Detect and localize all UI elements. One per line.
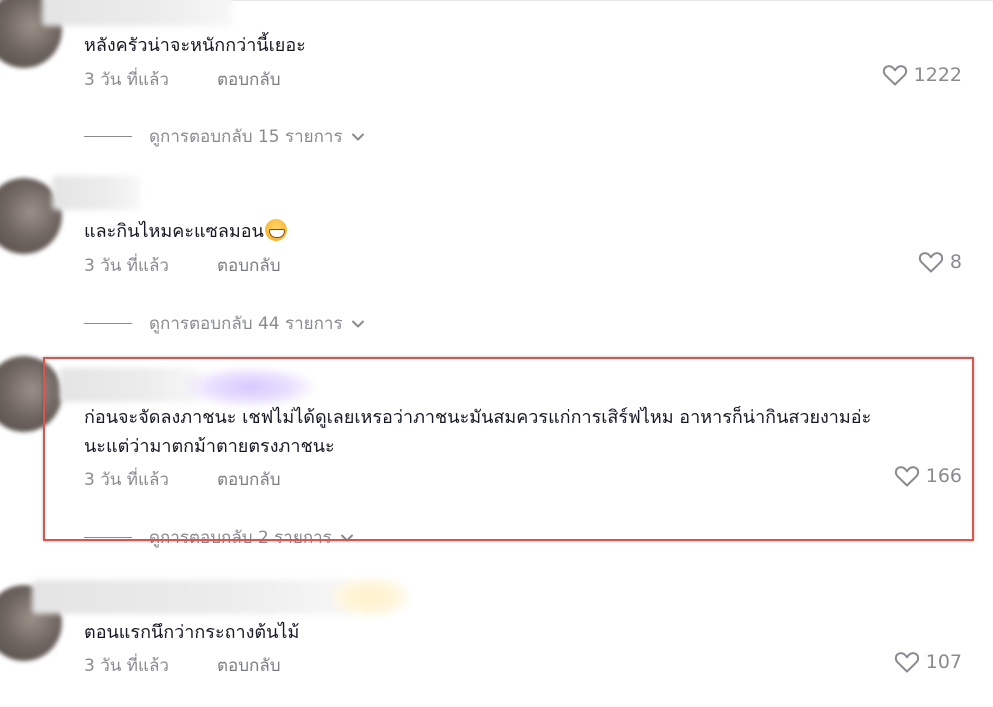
- replies-divider: [84, 323, 132, 324]
- view-replies-button[interactable]: ดูการตอบกลับ 15 รายการ: [84, 123, 365, 150]
- heart-outline-icon: [894, 466, 919, 487]
- comment-meta: 3 วัน ที่แล้ว ตอบกลับ: [84, 66, 281, 93]
- heart-outline-icon: [882, 65, 907, 86]
- like-count: 8: [949, 251, 962, 273]
- like-count: 166: [925, 465, 962, 487]
- username-blurred-badge: [185, 367, 315, 407]
- like-button[interactable]: 166: [894, 464, 962, 488]
- comment-text-line1: ก่อนจะจัดลงภาชนะ เชฟไม่ได้ดูเลยเหรอว่าภา…: [84, 407, 872, 428]
- like-button[interactable]: 8: [918, 250, 962, 274]
- chevron-down-icon: [351, 320, 364, 327]
- comment-meta: 3 วัน ที่แล้ว ตอบกลับ: [84, 652, 281, 679]
- reply-button[interactable]: ตอบกลับ: [217, 466, 281, 493]
- avatar[interactable]: [0, 356, 62, 432]
- view-replies-button[interactable]: ดูการตอบกลับ 44 รายการ: [84, 310, 365, 337]
- like-count: 1222: [913, 64, 962, 86]
- username-blurred: [32, 580, 352, 614]
- heart-outline-icon: [894, 652, 919, 673]
- replies-divider: [84, 537, 132, 538]
- reply-button[interactable]: ตอบกลับ: [217, 652, 281, 679]
- view-replies-label: ดูการตอบกลับ 44 รายการ: [149, 314, 343, 334]
- username-blurred-badge: [330, 577, 410, 617]
- view-replies-label: ดูการตอบกลับ 15 รายการ: [149, 127, 343, 147]
- reply-button[interactable]: ตอบกลับ: [217, 66, 281, 93]
- view-replies-label: ดูการตอบกลับ 2 รายการ: [149, 528, 332, 548]
- comment-text: ก่อนจะจัดลงภาชนะ เชฟไม่ได้ดูเลยเหรอว่าภา…: [84, 403, 964, 461]
- username-blurred: [60, 368, 200, 402]
- comment-time: 3 วัน ที่แล้ว: [84, 256, 169, 276]
- comment-time: 3 วัน ที่แล้ว: [84, 70, 169, 90]
- comment-text: หลังครัวน่าจะหนักกว่านี้เยอะ: [84, 35, 306, 56]
- username-blurred: [52, 176, 140, 210]
- view-replies-button[interactable]: ดูการตอบกลับ 2 รายการ: [84, 524, 354, 551]
- comment-meta: 3 วัน ที่แล้ว ตอบกลับ: [84, 252, 281, 279]
- chevron-down-icon: [340, 534, 353, 541]
- replies-divider: [84, 136, 132, 137]
- like-button[interactable]: 1222: [882, 63, 962, 87]
- comment-text-body: และกินไหมคะแซลมอน: [84, 221, 264, 242]
- comment-time: 3 วัน ที่แล้ว: [84, 656, 169, 676]
- grinning-face-emoji: [264, 219, 287, 241]
- comment-text: และกินไหมคะแซลมอน: [84, 217, 964, 246]
- comment-text: ตอนแรกนึกว่ากระถางต้นไม้: [84, 622, 300, 643]
- like-button[interactable]: 107: [894, 650, 962, 674]
- like-count: 107: [925, 651, 962, 673]
- username-blurred: [42, 0, 232, 26]
- heart-outline-icon: [918, 252, 944, 273]
- comment-time: 3 วัน ที่แล้ว: [84, 470, 169, 490]
- comment-meta: 3 วัน ที่แล้ว ตอบกลับ: [84, 466, 281, 493]
- reply-button[interactable]: ตอบกลับ: [217, 252, 281, 279]
- comment-text-line2: นะแต่ว่ามาตกม้าตายตรงภาชนะ: [84, 436, 335, 457]
- chevron-down-icon: [351, 133, 364, 140]
